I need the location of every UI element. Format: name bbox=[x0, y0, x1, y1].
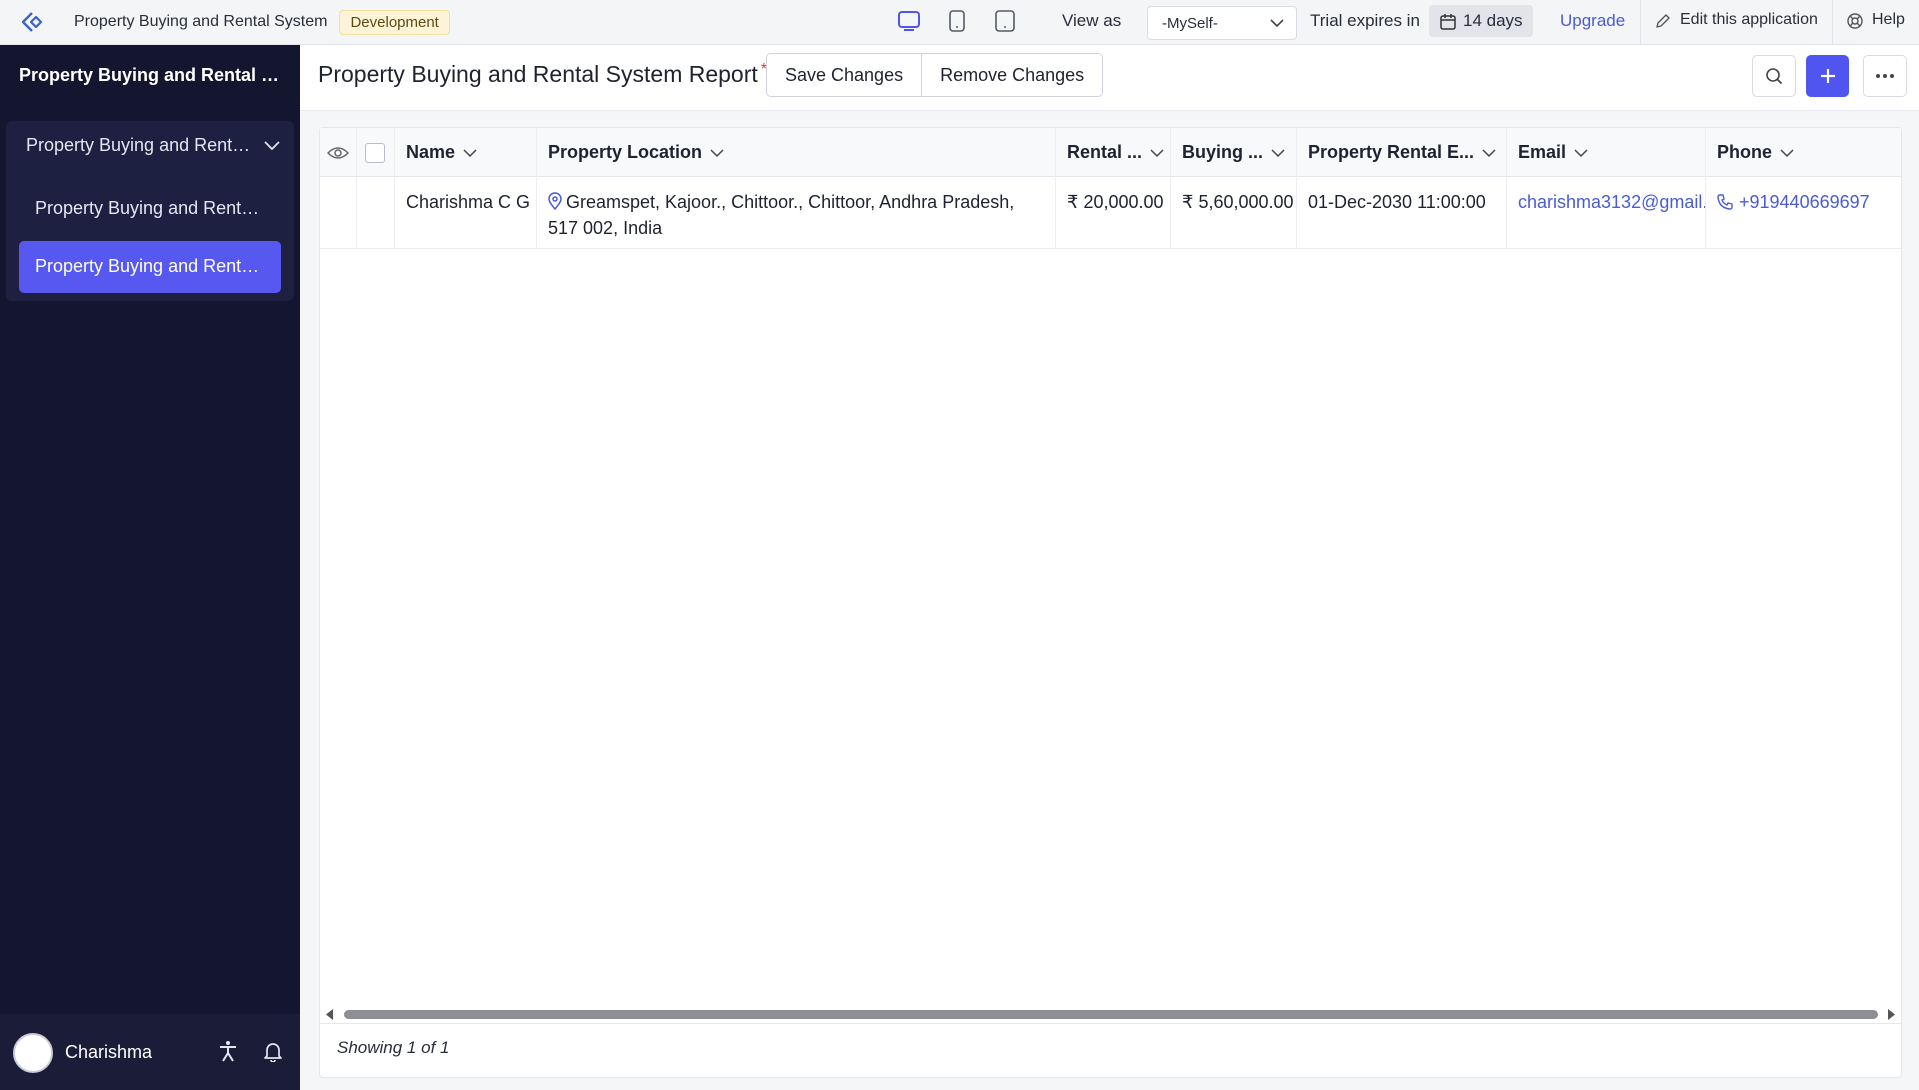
plus-icon bbox=[1820, 69, 1835, 83]
report-title-text: Property Buying and Rental System Report bbox=[318, 61, 758, 87]
page-title: Property Buying and Rental System Report… bbox=[318, 61, 767, 88]
pencil-icon bbox=[1656, 14, 1670, 28]
sidebar-section: Property Buying and Rental System Proper… bbox=[6, 121, 294, 301]
column-header-rental[interactable]: Rental ... bbox=[1057, 128, 1174, 177]
column-label: Name bbox=[406, 142, 456, 162]
scroll-right-arrow-icon[interactable] bbox=[1887, 1009, 1895, 1020]
column-label: Buying ... bbox=[1182, 142, 1263, 162]
divider bbox=[1832, 0, 1833, 45]
cell-phone[interactable]: +919440669697 bbox=[1707, 189, 1880, 215]
sidebar-item-form[interactable]: Property Buying and Rental System bbox=[19, 183, 281, 235]
view-as-label: View as bbox=[1062, 11, 1122, 30]
environment-badge[interactable]: Development bbox=[339, 9, 450, 35]
help-button[interactable]: Help bbox=[1846, 11, 1905, 29]
horizontal-scrollbar[interactable] bbox=[320, 1006, 1901, 1022]
report-header: Property Buying and Rental System Report… bbox=[300, 45, 1919, 111]
divider bbox=[320, 1023, 1901, 1024]
chevron-down-icon bbox=[1270, 19, 1284, 28]
report-table-panel: Name Property Location Rental ... Buying… bbox=[319, 127, 1902, 1078]
column-header-email[interactable]: Email bbox=[1508, 128, 1598, 177]
sidebar: Property Buying and Rental System Proper… bbox=[0, 45, 300, 1090]
upgrade-link[interactable]: Upgrade bbox=[1560, 11, 1625, 31]
device-preview-switcher bbox=[896, 6, 1018, 36]
record-count: Showing 1 of 1 bbox=[337, 1038, 450, 1057]
column-header-buying[interactable]: Buying ... bbox=[1172, 128, 1295, 177]
column-label: Property Location bbox=[548, 142, 703, 162]
location-line-2: 517 002, India bbox=[548, 218, 663, 238]
mobile-view-icon[interactable] bbox=[992, 6, 1018, 36]
help-label: Help bbox=[1872, 11, 1905, 28]
search-icon bbox=[1766, 68, 1783, 85]
sidebar-footer: Charishma bbox=[0, 1014, 300, 1090]
chevron-down-icon bbox=[1574, 149, 1588, 157]
help-lifebuoy-icon bbox=[1847, 13, 1863, 29]
column-label: Rental ... bbox=[1067, 142, 1143, 162]
column-label: Phone bbox=[1717, 142, 1773, 162]
column-header-rental-end[interactable]: Property Rental E... bbox=[1298, 128, 1506, 177]
cell-buying[interactable]: ₹ 5,60,000.00 bbox=[1172, 189, 1304, 215]
cell-location[interactable]: Greamspet, Kajoor., Chittoor., Chittoor,… bbox=[538, 189, 1053, 241]
trial-days: 14 days bbox=[1463, 11, 1523, 30]
cell-email[interactable]: charishma3132@gmail.com bbox=[1508, 189, 1705, 215]
edit-application-label: Edit this application bbox=[1680, 11, 1818, 28]
remove-changes-button[interactable]: Remove Changes bbox=[921, 54, 1103, 96]
chevron-down-icon bbox=[463, 149, 477, 157]
divider bbox=[1640, 0, 1641, 45]
select-all-checkbox[interactable] bbox=[365, 143, 385, 163]
changes-button-group: Save Changes Remove Changes bbox=[766, 53, 1104, 97]
scrollbar-thumb[interactable] bbox=[344, 1010, 1878, 1019]
trial-label: Trial expires in bbox=[1310, 11, 1420, 30]
column-label: Email bbox=[1518, 142, 1567, 162]
scroll-left-arrow-icon[interactable] bbox=[326, 1009, 334, 1020]
tablet-view-icon[interactable] bbox=[944, 6, 970, 36]
chevron-down-icon[interactable] bbox=[264, 141, 280, 151]
column-header-name[interactable]: Name bbox=[396, 128, 487, 177]
accessibility-icon[interactable] bbox=[218, 1040, 238, 1062]
calendar-icon bbox=[1440, 14, 1456, 30]
view-as-value: -MySelf- bbox=[1162, 15, 1218, 32]
column-label: Property Rental E... bbox=[1308, 142, 1475, 162]
save-changes-button[interactable]: Save Changes bbox=[767, 54, 922, 96]
cell-rental[interactable]: ₹ 20,000.00 bbox=[1057, 189, 1174, 215]
top-bar: Property Buying and Rental System Develo… bbox=[0, 0, 1919, 45]
location-pin-icon bbox=[548, 192, 562, 210]
desktop-view-icon[interactable] bbox=[896, 6, 922, 36]
phone-icon bbox=[1717, 194, 1733, 210]
bell-icon[interactable] bbox=[262, 1040, 284, 1062]
phone-value: +919440669697 bbox=[1739, 192, 1870, 212]
chevron-down-icon bbox=[1482, 149, 1496, 157]
eye-icon[interactable] bbox=[320, 128, 356, 177]
location-line-1: Greamspet, Kajoor., Chittoor., Chittoor,… bbox=[566, 192, 1015, 212]
sidebar-app-title[interactable]: Property Buying and Rental System bbox=[19, 65, 289, 86]
search-button[interactable] bbox=[1752, 55, 1796, 97]
user-name[interactable]: Charishma bbox=[65, 1042, 152, 1063]
sidebar-item-report[interactable]: Property Buying and Rental System Report bbox=[19, 241, 281, 293]
table-header: Name Property Location Rental ... Buying… bbox=[320, 128, 1901, 177]
more-horizontal-icon bbox=[1876, 74, 1894, 78]
edit-application-button[interactable]: Edit this application bbox=[1654, 11, 1818, 29]
sidebar-section-header[interactable]: Property Buying and Rental System bbox=[26, 135, 256, 156]
more-options-button[interactable] bbox=[1863, 55, 1907, 97]
app-name: Property Buying and Rental System bbox=[74, 13, 328, 30]
column-header-phone[interactable]: Phone bbox=[1707, 128, 1804, 177]
chevron-down-icon bbox=[1150, 149, 1164, 157]
avatar[interactable] bbox=[13, 1033, 53, 1073]
add-record-button[interactable] bbox=[1806, 55, 1849, 97]
trial-days-badge[interactable]: 14 days bbox=[1429, 5, 1533, 37]
cell-name[interactable]: Charishma C G bbox=[396, 189, 540, 215]
chevron-down-icon bbox=[1271, 149, 1285, 157]
app-logo-icon[interactable] bbox=[0, 0, 62, 45]
column-header-location[interactable]: Property Location bbox=[538, 128, 734, 177]
view-as-select[interactable]: -MySelf- bbox=[1147, 6, 1297, 40]
chevron-down-icon bbox=[710, 149, 724, 157]
cell-rental-end[interactable]: 01-Dec-2030 11:00:00 bbox=[1298, 189, 1496, 215]
table-row[interactable]: Charishma C G Greamspet, Kajoor., Chitto… bbox=[320, 177, 1901, 249]
chevron-down-icon bbox=[1780, 149, 1794, 157]
